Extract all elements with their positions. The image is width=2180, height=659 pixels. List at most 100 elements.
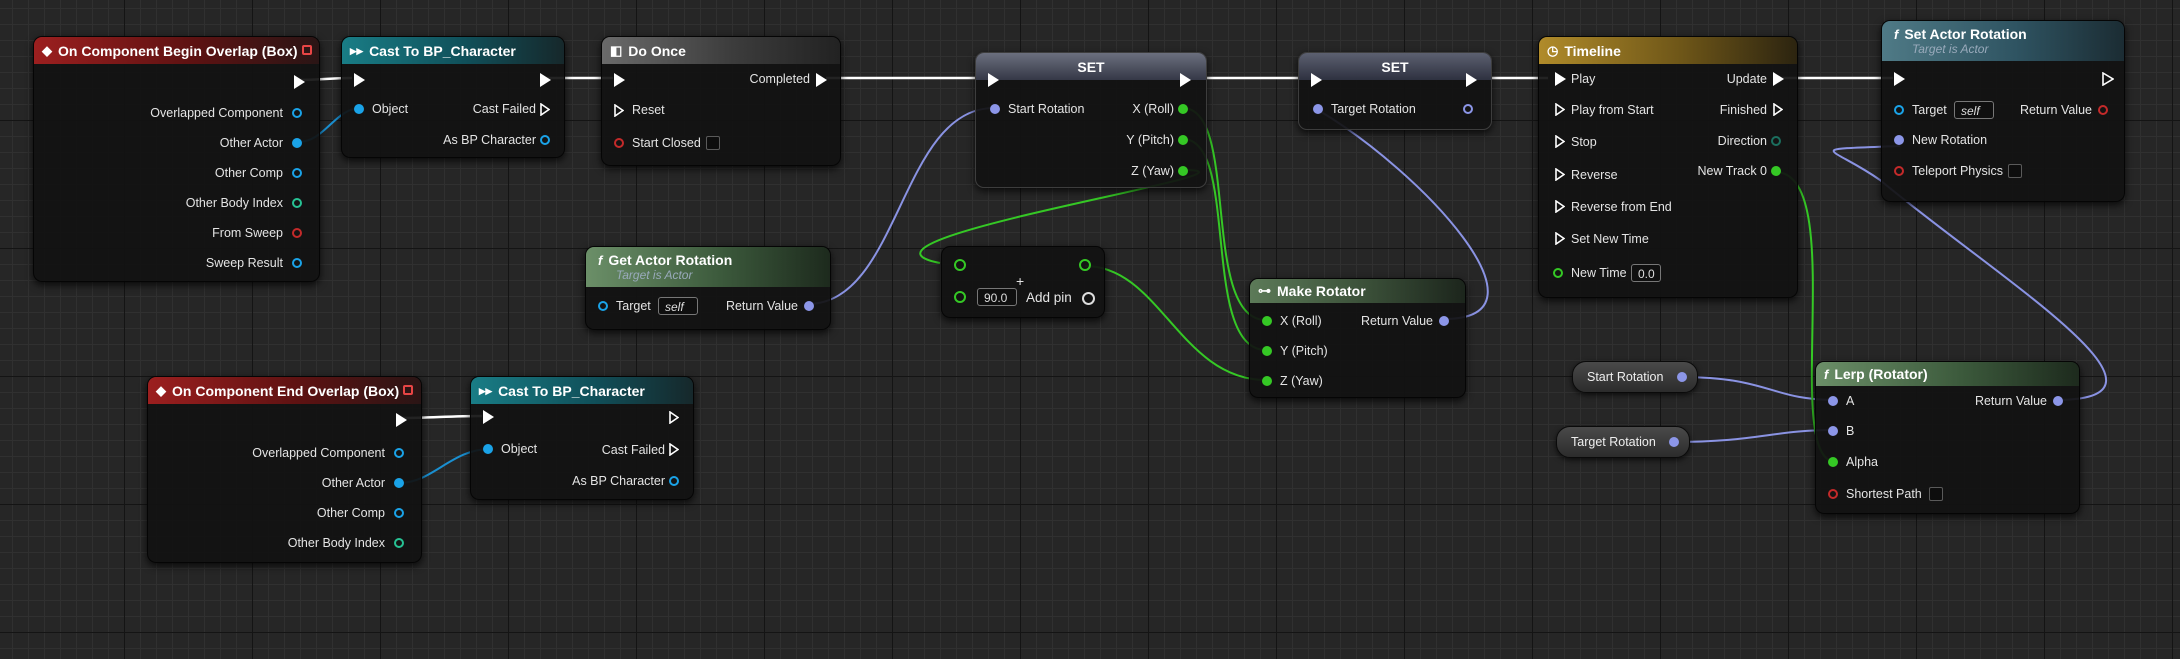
timeline-node[interactable]: ◷ Timeline Play Play from Start Stop Rev… [1538, 36, 1798, 298]
make-rot-x-pin[interactable] [1262, 316, 1272, 326]
set-2-header[interactable]: SET [1299, 53, 1491, 80]
timeline-new-time-pin[interactable] [1553, 268, 1563, 278]
timeline-stop-pin[interactable] [1555, 135, 1565, 148]
get-actor-rotation-node[interactable]: f Get Actor Rotation Target is Actor Targ… [585, 246, 831, 330]
begin-overlap-event-node[interactable]: ◆ On Component Begin Overlap (Box) Overl… [33, 36, 320, 282]
timeline-play-pin[interactable] [1555, 72, 1566, 86]
timeline-play-from-start-pin[interactable] [1555, 103, 1565, 116]
lerp-rotator-node[interactable]: f Lerp (Rotator) A B Alpha Shortest Path… [1815, 361, 2080, 514]
other-body-index-pin[interactable] [292, 198, 302, 208]
delegate-pin-icon[interactable] [403, 385, 413, 395]
cast-2-exec-in[interactable] [483, 410, 494, 424]
set-2-target-rotation-pin[interactable] [1313, 104, 1323, 114]
lerp-shortest-path-pin[interactable] [1828, 489, 1838, 499]
begin-overlap-exec-out[interactable] [294, 75, 305, 89]
set-2-exec-in[interactable] [1311, 73, 1322, 87]
timeline-finished-pin[interactable] [1773, 103, 1783, 116]
cast-to-character-node-1[interactable]: ▸▸ Cast To BP_Character Object Cast Fail… [341, 36, 565, 158]
do-once-exec-in[interactable] [614, 73, 625, 87]
set-start-rotation-node[interactable]: SET Start Rotation X (Roll) Y (Pitch) Z … [975, 52, 1207, 188]
set-actor-rot-target-pin[interactable] [1894, 105, 1904, 115]
delegate-pin-icon[interactable] [302, 45, 312, 55]
set-1-exec-in[interactable] [988, 73, 999, 87]
lerp-b-pin[interactable] [1828, 426, 1838, 436]
cast-1-as-char-pin[interactable] [540, 135, 550, 145]
timeline-reverse-from-end-pin[interactable] [1555, 200, 1565, 213]
do-once-completed-pin[interactable] [816, 73, 827, 87]
set-1-header[interactable]: SET [976, 53, 1206, 80]
add-output-pin[interactable] [1079, 259, 1091, 271]
set-2-output-pin[interactable] [1463, 104, 1473, 114]
lerp-return-pin[interactable] [2053, 396, 2063, 406]
do-once-node[interactable]: ◧ Do Once Completed Reset Start Closed [601, 36, 841, 166]
cast-2-failed-pin[interactable] [669, 443, 679, 456]
timeline-update-pin[interactable] [1773, 72, 1784, 86]
get-rot-header[interactable]: f Get Actor Rotation Target is Actor [586, 247, 830, 287]
set-actor-rotation-node[interactable]: f Set Actor Rotation Target is Actor Targ… [1881, 20, 2125, 202]
make-rot-z-pin[interactable] [1262, 376, 1272, 386]
set-1-exec-out[interactable] [1180, 73, 1191, 87]
get-rot-target-pin[interactable] [598, 301, 608, 311]
cast-1-exec-in[interactable] [354, 73, 365, 87]
make-rotator-node[interactable]: ⊶ Make Rotator X (Roll) Y (Pitch) Z (Yaw… [1249, 278, 1466, 398]
timeline-direction-pin[interactable] [1771, 136, 1781, 146]
lerp-alpha-pin[interactable] [1828, 457, 1838, 467]
set-actor-rot-new-rotation-pin[interactable] [1894, 135, 1904, 145]
set-1-y-pin[interactable] [1178, 135, 1188, 145]
cast-1-exec-out[interactable] [540, 73, 551, 87]
end-overlap-header[interactable]: ◆ On Component End Overlap (Box) [148, 377, 421, 404]
begin-overlap-header[interactable]: ◆ On Component Begin Overlap (Box) [34, 37, 319, 64]
end-overlap-exec-out[interactable] [396, 413, 407, 427]
add-value-field[interactable]: 90.0 [977, 288, 1017, 306]
cast-2-object-pin[interactable] [483, 444, 493, 454]
cast-2-exec-out[interactable] [669, 411, 679, 424]
set-actor-rotation-then[interactable] [2136, 72, 2146, 85]
cast-2-header[interactable]: ▸▸ Cast To BP_Character [471, 377, 693, 404]
set-actor-rot-teleport-pin[interactable] [1894, 166, 1904, 176]
cast-to-character-node-2[interactable]: ▸▸ Cast To BP_Character Object Cast Fail… [470, 376, 694, 500]
end-overlap-event-node[interactable]: ◆ On Component End Overlap (Box) Overlap… [147, 376, 422, 563]
do-once-start-closed-checkbox[interactable] [706, 136, 720, 150]
set-actor-rot-teleport-checkbox[interactable] [2008, 164, 2022, 178]
timeline-new-time-field[interactable]: 0.0 [1631, 264, 1661, 282]
set-actor-rot-self-field[interactable]: self [1954, 101, 1994, 119]
other-comp-pin[interactable] [292, 168, 302, 178]
make-rot-header[interactable]: ⊶ Make Rotator [1250, 279, 1465, 303]
cast-1-failed-pin[interactable] [540, 103, 550, 116]
target-rotation-getter-pin[interactable] [1669, 437, 1679, 447]
do-once-start-closed-pin[interactable] [614, 138, 624, 148]
overlapped-component-pin[interactable] [292, 108, 302, 118]
add-pin-plus-icon[interactable] [1082, 292, 1095, 305]
lerp-header[interactable]: f Lerp (Rotator) [1816, 362, 2079, 386]
set-2-exec-out[interactable] [1466, 73, 1477, 87]
lerp-shortest-path-checkbox[interactable] [1929, 487, 1943, 501]
end-other-comp-pin[interactable] [394, 508, 404, 518]
timeline-reverse-pin[interactable] [1555, 168, 1565, 181]
make-rot-return-pin[interactable] [1439, 316, 1449, 326]
set-actor-rot-header[interactable]: f Set Actor Rotation Target is Actor [1882, 21, 2124, 61]
lerp-a-pin[interactable] [1828, 396, 1838, 406]
add-pin-label[interactable]: Add pin [1026, 290, 1072, 306]
set-1-x-pin[interactable] [1178, 104, 1188, 114]
do-once-header[interactable]: ◧ Do Once [602, 37, 840, 64]
get-rot-return-pin[interactable] [804, 301, 814, 311]
cast-1-header[interactable]: ▸▸ Cast To BP_Character [342, 37, 564, 64]
make-rot-y-pin[interactable] [1262, 346, 1272, 356]
add-input-b-pin[interactable] [954, 291, 966, 303]
get-rot-self-field[interactable]: self [658, 297, 698, 315]
blueprint-graph[interactable]: ◆ On Component Begin Overlap (Box) Overl… [0, 0, 2180, 659]
end-other-actor-pin[interactable] [394, 478, 404, 488]
cast-2-as-char-pin[interactable] [669, 476, 679, 486]
start-rotation-getter[interactable]: Start Rotation [1572, 361, 1698, 393]
start-rotation-getter-pin[interactable] [1677, 372, 1687, 382]
timeline-new-track-pin[interactable] [1771, 166, 1781, 176]
set-actor-rot-exec-in[interactable] [1894, 72, 1905, 86]
set-actor-rot-exec-out-visual[interactable] [2102, 71, 2115, 91]
set-actor-rot-return-pin[interactable] [2098, 105, 2108, 115]
set-1-z-pin[interactable] [1178, 166, 1188, 176]
do-once-reset-pin[interactable] [614, 104, 624, 117]
set-1-start-rotation-pin[interactable] [990, 104, 1000, 114]
timeline-header[interactable]: ◷ Timeline [1539, 37, 1797, 64]
target-rotation-getter[interactable]: Target Rotation [1556, 426, 1690, 458]
sweep-result-pin[interactable] [292, 258, 302, 268]
